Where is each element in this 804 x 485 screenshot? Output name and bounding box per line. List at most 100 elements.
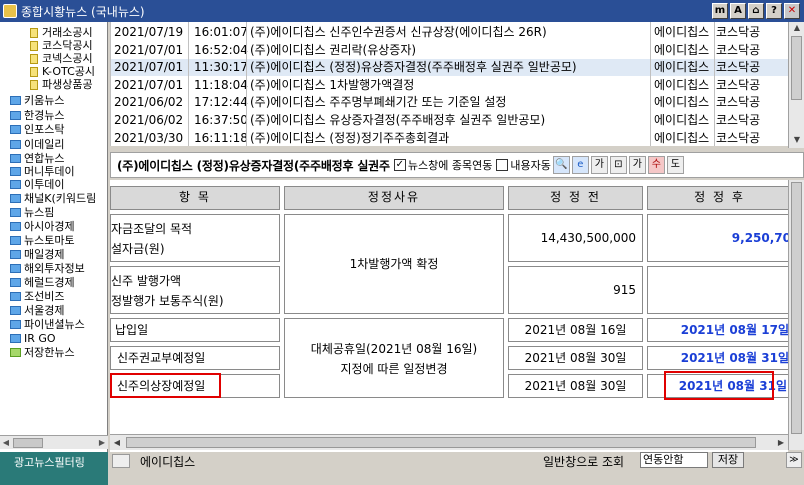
tree-item-label: 헤럴드경제 <box>24 276 75 289</box>
tree-item[interactable]: 아시아경제 <box>10 220 75 233</box>
tree-item[interactable]: 매일경제 <box>10 248 64 261</box>
reason-line: 대체공휴일(2021년 08월 16일) <box>310 342 478 356</box>
font-smaller-icon[interactable]: 가 <box>590 156 608 174</box>
tree-item[interactable]: 코넥스공시 <box>30 52 93 65</box>
folder-icon <box>10 125 21 134</box>
tree-item[interactable]: 해외투자정보 <box>10 262 85 275</box>
news-row[interactable]: 2021/06/02 17:12:44 (주)에이디칩스 주주명부폐쇄기간 또는 기… <box>110 94 788 111</box>
tree-item[interactable]: 코스닥공시 <box>30 39 93 52</box>
tree-item-label: 아시아경제 <box>24 220 75 233</box>
news-row[interactable]: 2021/06/02 16:37:50 (주)에이디칩스 유상증자결정(주주배정후 … <box>110 112 788 129</box>
news-company: 에이디칩스 <box>654 60 710 75</box>
table-after-cell <box>647 266 788 314</box>
folder-icon <box>10 264 21 273</box>
close-icon[interactable]: ✕ <box>784 3 800 19</box>
tree-item-label: 거래소공시 <box>42 26 93 39</box>
tree-item[interactable]: K-OTC공시 <box>30 65 95 78</box>
tree-item[interactable]: 뉴스핌 <box>10 206 54 219</box>
news-row[interactable]: 2021/07/01 16:52:04 (주)에이디칩스 권리락(유상증자) 에이디칩… <box>110 42 788 59</box>
stock-icon[interactable] <box>112 454 130 468</box>
font-larger-icon[interactable]: 가 <box>628 156 646 174</box>
scroll-down-icon[interactable]: ▼ <box>790 134 804 146</box>
news-title: (주)에이디칩스 유상증자결정(주주배정후 실권주 일반공모) <box>250 113 546 127</box>
pin-icon[interactable]: ⌂ <box>748 3 764 19</box>
tree-item-label: 코넥스공시 <box>42 52 93 65</box>
expand-icon[interactable]: ≫ <box>786 452 802 468</box>
news-list-scrollbar[interactable]: ▲ ▼ <box>788 22 804 148</box>
folder-icon <box>10 334 21 343</box>
tree-item-label: 머니투데이 <box>24 165 75 178</box>
link-select[interactable]: 연동안함 <box>640 452 708 468</box>
news-time: 16:37:50 <box>194 113 248 127</box>
news-list: 2021/03/30 16:11:18 (주)에이디칩스 (정정)정기주주총회결과 에… <box>110 22 788 146</box>
search-icon[interactable]: 🔍 <box>552 156 570 174</box>
tree-item[interactable]: 이데일리 <box>10 138 64 151</box>
font-icon[interactable]: A <box>730 3 746 19</box>
content-scrollbar[interactable] <box>788 180 804 450</box>
scroll-right-icon[interactable]: ▶ <box>774 436 788 450</box>
news-date: 2021/07/01 <box>114 42 184 57</box>
content-scroll-thumb[interactable] <box>791 182 802 434</box>
tree-scroll-thumb[interactable] <box>13 438 43 448</box>
tree-item[interactable]: 인포스탁 <box>10 123 64 136</box>
auto-content-checkbox[interactable] <box>496 159 509 171</box>
help-icon[interactable]: ? <box>766 3 782 19</box>
save-button[interactable]: 저장 <box>712 452 744 468</box>
news-title: (주)에이디칩스 권리락(유상증자) <box>250 42 417 57</box>
news-row[interactable]: 2021/07/19 16:01:07 (주)에이디칩스 신주인수권증서 신규상장(… <box>110 24 788 41</box>
news-time: 11:30:17 <box>194 60 248 75</box>
tree-hscrollbar[interactable]: ◀ ▶ <box>0 435 108 449</box>
scroll-up-icon[interactable]: ▲ <box>790 22 804 34</box>
table-header-before: 정 정 전 <box>508 186 643 210</box>
scroll-right-icon[interactable]: ▶ <box>96 437 108 449</box>
tree-item[interactable]: 파이낸셜뉴스 <box>10 318 85 331</box>
ad-filter-button[interactable]: 광고뉴스필터링 <box>0 452 108 485</box>
tree-item[interactable]: 거래소공시 <box>30 26 93 39</box>
scroll-left-icon[interactable]: ◀ <box>110 436 124 450</box>
table-reason-cell: 대체공휴일(2021년 08월 16일) 지정에 따른 일정변경 <box>284 318 504 398</box>
down-icon[interactable]: 도 <box>666 156 684 174</box>
tree-item[interactable]: 키움뉴스 <box>10 94 64 107</box>
ie-icon[interactable]: e <box>571 156 589 174</box>
news-market: 코스닥공 <box>716 130 761 145</box>
table-after-cell: 2021년 08월 17일 <box>647 318 788 342</box>
tree-item[interactable]: 연합뉴스 <box>10 152 64 165</box>
news-row[interactable]: 2021/07/01 11:30:17 (주)에이디칩스 (정정)유상증자결정(주주… <box>110 59 788 77</box>
news-link-checkbox[interactable]: ✓ <box>393 159 406 171</box>
content-hscrollbar[interactable]: ◀ ▶ <box>110 434 788 450</box>
table-reason-cell: 1차발행가액 확정 <box>284 214 504 314</box>
tree-item[interactable]: 서울경제 <box>10 304 64 317</box>
news-list-scroll-thumb[interactable] <box>791 36 802 100</box>
content-hscroll-thumb[interactable] <box>126 437 756 448</box>
folder-icon <box>10 194 21 203</box>
tree-item[interactable]: 채널K(키워드림 <box>10 192 96 205</box>
news-row[interactable]: 2021/03/30 16:11:18 (주)에이디칩스 (정정)정기주주총회결과 에… <box>110 130 788 146</box>
tree-item[interactable]: 조선비즈 <box>10 290 64 303</box>
tree-item[interactable]: 헤럴드경제 <box>10 276 75 289</box>
tree-item[interactable]: IR GO <box>10 332 56 345</box>
upper-icon[interactable]: 수 <box>647 156 665 174</box>
news-market: 코스닥공 <box>716 42 761 57</box>
scroll-left-icon[interactable]: ◀ <box>0 437 12 449</box>
tree-item[interactable]: 한경뉴스 <box>10 109 64 122</box>
tree-item[interactable]: 이투데이 <box>10 178 64 191</box>
news-company: 에이디칩스 <box>654 130 710 145</box>
tree-item[interactable]: 저장한뉴스 <box>10 346 75 359</box>
fit-icon[interactable]: ⊡ <box>609 156 627 174</box>
table-before-cell: 2021년 08월 30일 <box>508 346 643 370</box>
table-row-item: 신주권교부예정일 <box>110 346 280 370</box>
col-divider <box>188 22 189 146</box>
tree-item-label: 뉴스핌 <box>24 206 55 219</box>
item-line: 정발행가 보통주식(원) <box>111 294 224 308</box>
document-icon <box>30 79 38 90</box>
table-before-cell: 915 <box>508 266 643 314</box>
tree-item[interactable]: 파생상품공 <box>30 78 93 91</box>
news-title: (주)에이디칩스 (정정)정기주주총회결과 <box>250 130 450 145</box>
news-row[interactable]: 2021/07/01 11:18:04 (주)에이디칩스 1차발행가액결정 에이디칩스… <box>110 77 788 94</box>
menu-icon[interactable]: m <box>712 3 728 19</box>
tree-item[interactable]: 뉴스토마토 <box>10 234 75 247</box>
news-title: (주)에이디칩스 (정정)유상증자결정(주주배정후 실권주 일반공모) <box>250 60 577 75</box>
tree-item[interactable]: 머니투데이 <box>10 165 75 178</box>
folder-icon <box>10 222 21 231</box>
document-icon <box>30 66 38 77</box>
